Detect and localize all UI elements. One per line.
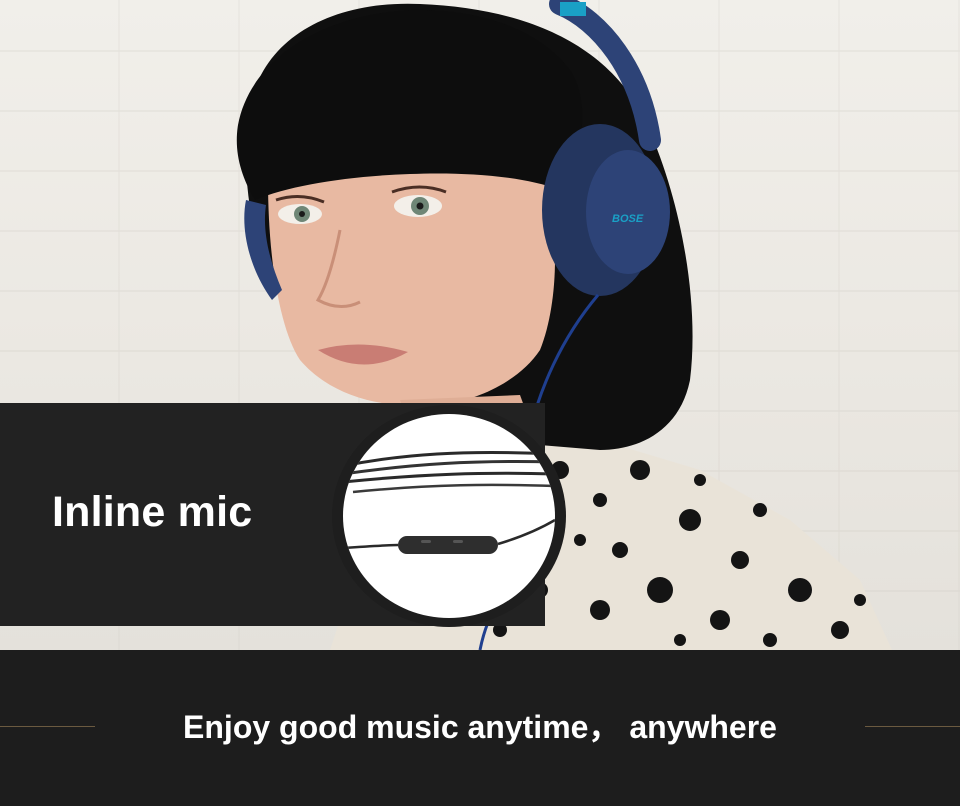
inline-mic-remote [398, 536, 498, 554]
inline-mic-label: Inline mic [52, 488, 253, 536]
inline-mic-illustration [343, 451, 555, 554]
brand-logo: BOSE [612, 213, 644, 225]
slogan-text: Enjoy good music anytime， anywhere [183, 709, 777, 745]
ear-cup [586, 150, 670, 274]
mic-closeup [343, 414, 555, 618]
bangs [236, 9, 583, 201]
